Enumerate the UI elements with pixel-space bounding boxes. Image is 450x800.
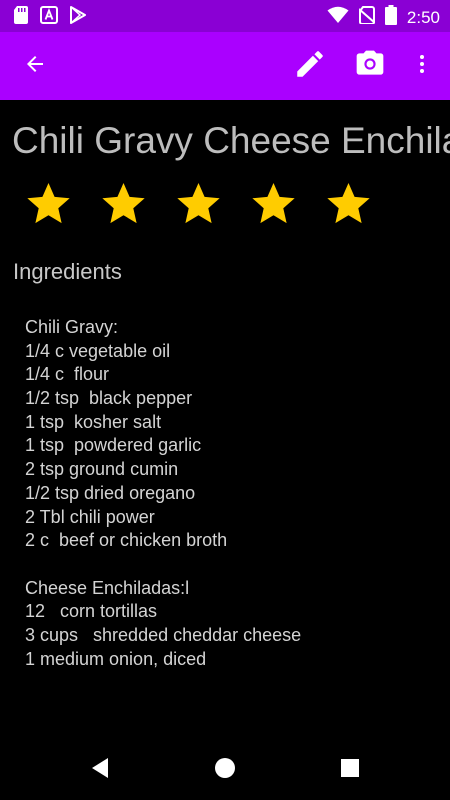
camera-button[interactable] — [350, 46, 390, 86]
ingredient-line: 12 corn tortillas — [25, 601, 158, 622]
star-icon[interactable] — [250, 180, 297, 227]
more-vert-icon — [410, 52, 434, 81]
nav-recents-button[interactable] — [338, 758, 362, 782]
ingredient-line: 1 medium onion, diced — [25, 648, 207, 669]
ingredient-line: 1/4 c vegetable oil — [25, 340, 171, 361]
ingredient-line — [25, 553, 445, 577]
edit-button[interactable] — [290, 46, 330, 86]
sd-card-icon — [14, 6, 28, 29]
wifi-icon — [327, 6, 349, 29]
status-left-icons — [14, 6, 86, 29]
camera-icon — [354, 48, 386, 85]
ingredient-line: 1 tsp kosher salt — [25, 411, 162, 432]
rating-stars[interactable] — [25, 180, 372, 227]
nav-back-button[interactable] — [88, 757, 112, 784]
system-nav-bar — [0, 740, 450, 800]
play-store-icon — [70, 6, 86, 29]
app-toolbar — [0, 32, 450, 100]
star-icon[interactable] — [100, 180, 147, 227]
status-right-icons: 2:50 — [327, 5, 440, 30]
pencil-icon — [293, 47, 327, 86]
ingredients-heading: Ingredients — [13, 259, 122, 284]
star-icon[interactable] — [175, 180, 222, 227]
ingredient-line: 3 cups shredded cheddar cheese — [25, 624, 302, 645]
ingredient-line: 2 Tbl chili power — [25, 506, 155, 527]
ingredient-line: 2 tsp ground cumin — [25, 459, 179, 480]
nav-recents-icon — [340, 758, 360, 783]
recipe-title: Chili Gravy Cheese Enchiladas — [12, 120, 450, 161]
ingredient-line: 1 tsp powdered garlic — [25, 435, 202, 456]
arrow-back-icon — [23, 52, 47, 81]
ingredient-line: 1/2 tsp dried oregano — [25, 482, 196, 503]
star-icon[interactable] — [325, 180, 372, 227]
status-bar: 2:50 — [0, 0, 450, 32]
no-sim-icon — [358, 6, 376, 29]
ingredient-line: Chili Gravy: — [25, 317, 119, 337]
status-time: 2:50 — [406, 7, 440, 27]
nav-back-icon — [90, 757, 110, 784]
battery-icon — [384, 5, 397, 30]
back-button[interactable] — [15, 46, 55, 86]
ingredient-line: 1/4 c flour — [25, 364, 110, 385]
ingredient-line: 2 c beef or chicken broth — [25, 530, 228, 551]
ingredient-line: Cheese Enchiladas:l — [25, 577, 190, 598]
a-notification-icon — [40, 6, 58, 29]
ingredient-line: 1/2 tsp black pepper — [25, 388, 193, 409]
nav-home-button[interactable] — [213, 757, 237, 784]
nav-home-icon — [214, 757, 236, 784]
ingredients-list: Chili Gravy: 1/4 c vegetable oil 1/4 c f… — [25, 316, 445, 671]
more-options-button[interactable] — [402, 46, 442, 86]
star-icon[interactable] — [25, 180, 72, 227]
